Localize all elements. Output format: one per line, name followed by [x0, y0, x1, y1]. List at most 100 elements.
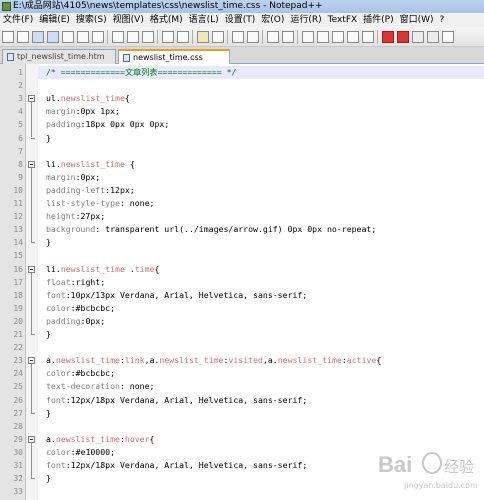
close-all-icon[interactable]	[77, 31, 89, 43]
code-token: color	[46, 368, 71, 379]
paste-icon[interactable]	[142, 31, 154, 43]
code-token: :0px;	[80, 315, 106, 326]
menu-item[interactable]: 格式(M)	[147, 13, 186, 27]
line-number: 11	[13, 199, 23, 208]
stop-icon[interactable]	[397, 31, 409, 43]
sync-v-icon[interactable]	[267, 31, 279, 43]
fold-toggle-icon[interactable]	[28, 95, 35, 103]
code-line[interactable]: 4 margin:0px 1px;	[0, 105, 484, 118]
code-line[interactable]: 24 color:#bcbcbc;	[0, 367, 484, 380]
menu-item[interactable]: 运行(R)	[287, 13, 324, 27]
code-token: text-decoration	[46, 381, 120, 392]
code-line[interactable]: 8 li.newslist_time {	[0, 158, 484, 171]
code-line[interactable]: 23 a.newslist_time:link,a.newslist_time:v…	[0, 354, 484, 367]
code-text: list-style-type: none;	[46, 197, 154, 210]
cut-icon[interactable]	[112, 31, 124, 43]
code-line[interactable]: 11 list-style-type: none;	[0, 197, 484, 210]
line-number: 23	[13, 356, 23, 366]
code-line[interactable]: 27}	[0, 407, 484, 420]
save-all-icon[interactable]	[47, 31, 59, 43]
code-line[interactable]: 5 padding:18px 0px 0px 0px;	[0, 118, 484, 131]
fold-line	[31, 442, 32, 479]
code-line[interactable]: 26 font:12px/18px Verdana, Arial, Helveti…	[0, 394, 484, 407]
line-number: 13	[13, 225, 23, 235]
menu-item[interactable]: 编辑(E)	[36, 13, 73, 27]
notepadpp-app-icon	[2, 2, 11, 11]
indent-guide-icon[interactable]	[332, 31, 344, 43]
menu-item[interactable]: 设置(T)	[222, 13, 259, 27]
code-line[interactable]: 20 padding:0px;	[0, 315, 484, 328]
menu-item[interactable]: TextFX	[325, 13, 361, 27]
code-line[interactable]: 17 float:right;	[0, 276, 484, 289]
record-icon[interactable]	[382, 31, 394, 43]
code-text: font:10px/13px Verdana, Arial, Helvetica…	[46, 289, 307, 302]
code-token: li.	[46, 158, 61, 169]
save-icon[interactable]	[32, 31, 44, 43]
code-text: /* =============文章列表============= */	[46, 66, 237, 79]
menu-item[interactable]: 插件(P)	[360, 13, 396, 27]
close-icon[interactable]	[62, 31, 74, 43]
play-icon[interactable]	[412, 31, 424, 43]
play-multi-icon[interactable]	[427, 31, 439, 43]
replace-icon[interactable]	[212, 31, 224, 43]
tab-tpl-newslist-time[interactable]: tpl_newslist_time.htm	[2, 49, 116, 64]
redo-icon[interactable]	[177, 31, 189, 43]
code-line[interactable]: 1 /* =============文章列表============= */	[0, 66, 484, 79]
menu-item[interactable]: 宏(O)	[258, 13, 287, 27]
code-text: }	[46, 236, 51, 249]
code-token: padding-left	[46, 184, 106, 195]
fold-toggle-icon[interactable]	[28, 265, 35, 273]
new-file-icon[interactable]	[2, 31, 14, 43]
tab-newslist-time-css[interactable]: newslist_time.css	[118, 49, 230, 64]
line-number: 22	[13, 343, 23, 353]
zoom-out-icon[interactable]	[247, 31, 259, 43]
menu-item[interactable]: ?	[437, 13, 448, 27]
code-line[interactable]: 15	[0, 249, 484, 262]
copy-icon[interactable]	[127, 31, 139, 43]
code-line[interactable]: 16 li.newslist_time .time{	[0, 263, 484, 276]
code-line[interactable]: 28	[0, 420, 484, 433]
code-token: li.	[46, 263, 61, 274]
code-line[interactable]: 10 padding-left:12px;	[0, 184, 484, 197]
tab-label: newslist_time.css	[133, 53, 203, 62]
code-line[interactable]: 12 height:27px;	[0, 210, 484, 223]
code-line[interactable]: 6}	[0, 132, 484, 145]
save-macro-icon[interactable]	[442, 31, 454, 43]
menu-item[interactable]: 搜索(S)	[73, 13, 110, 27]
fold-toggle-icon[interactable]	[28, 357, 35, 365]
line-number: 14	[13, 238, 23, 248]
find-icon[interactable]	[197, 31, 209, 43]
code-line[interactable]: 7	[0, 145, 484, 158]
fold-toggle-icon[interactable]	[28, 435, 35, 443]
wrap-icon[interactable]	[302, 31, 314, 43]
user-lang-icon[interactable]	[347, 31, 359, 43]
doc-map-icon[interactable]	[362, 31, 374, 43]
code-line[interactable]: 19 color:#bcbcbc;	[0, 302, 484, 315]
line-number: 1	[18, 68, 23, 77]
code-line[interactable]: 3 ul.newslist_time{	[0, 92, 484, 105]
code-line[interactable]: 18 font:10px/13px Verdana, Arial, Helveti…	[0, 289, 484, 302]
code-line[interactable]: 22	[0, 341, 484, 354]
code-token: margin	[46, 106, 76, 117]
code-line[interactable]: 29 a.newslist_time:hover{	[0, 433, 484, 446]
fold-end	[31, 137, 35, 139]
code-line[interactable]: 21}	[0, 328, 484, 341]
fold-toggle-icon[interactable]	[28, 160, 35, 168]
code-line[interactable]: 13 background: transparent url(../images/…	[0, 223, 484, 236]
sync-h-icon[interactable]	[282, 31, 294, 43]
code-line[interactable]: 9 margin:0px;	[0, 171, 484, 184]
menu-item[interactable]: 窗口(W)	[397, 13, 437, 27]
code-line[interactable]: 2	[0, 79, 484, 92]
zoom-in-icon[interactable]	[232, 31, 244, 43]
print-icon[interactable]	[92, 31, 104, 43]
code-line[interactable]: 25 text-decoration: none;	[0, 380, 484, 393]
menu-item[interactable]: 文件(F)	[0, 13, 36, 27]
show-all-icon[interactable]	[317, 31, 329, 43]
code-line[interactable]: 14}	[0, 236, 484, 249]
code-text: color:#e10000;	[46, 446, 115, 459]
code-token: a.	[46, 355, 56, 366]
undo-icon[interactable]	[162, 31, 174, 43]
menu-item[interactable]: 视图(V)	[110, 13, 147, 27]
menu-item[interactable]: 语言(L)	[186, 13, 222, 27]
open-file-icon[interactable]	[17, 31, 29, 43]
